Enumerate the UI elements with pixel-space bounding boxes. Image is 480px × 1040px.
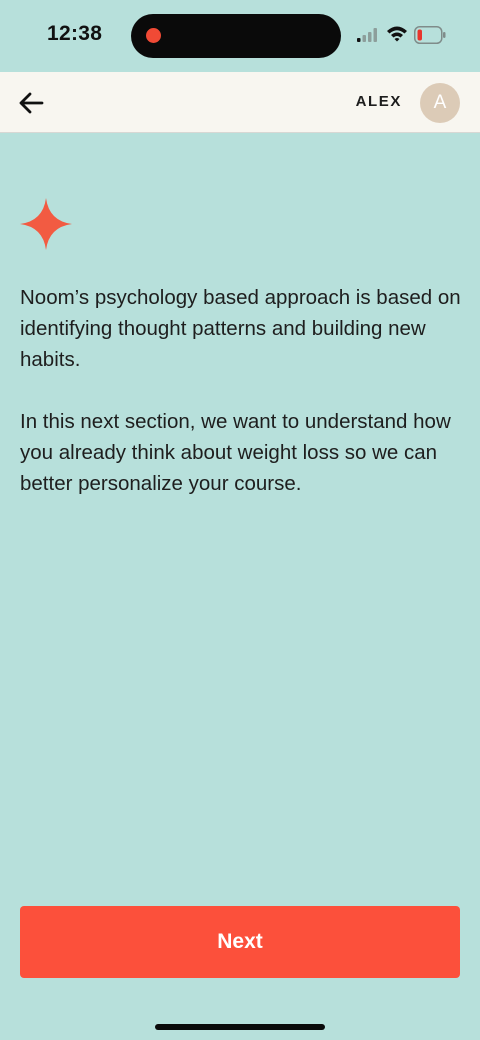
intro-paragraph: In this next section, we want to underst…	[20, 410, 451, 495]
home-indicator	[155, 1024, 325, 1030]
status-time: 12:38	[47, 22, 103, 45]
signal-icon	[357, 28, 379, 47]
recording-indicator-icon	[146, 28, 161, 43]
back-button[interactable]	[14, 86, 48, 120]
dynamic-island	[131, 14, 341, 58]
app-header: ALEX A	[0, 72, 480, 133]
status-bar: 12:38	[0, 0, 480, 72]
user-name: ALEX	[355, 93, 402, 110]
sparkle-icon	[20, 198, 72, 255]
arrow-left-icon	[19, 92, 44, 114]
avatar[interactable]: A	[420, 83, 460, 123]
avatar-initial: A	[433, 92, 447, 113]
battery-low-icon	[414, 26, 446, 49]
intro-text: Noom’s psychology based approach is base…	[20, 282, 464, 499]
next-button[interactable]: Next	[20, 906, 460, 978]
wifi-icon	[386, 25, 408, 47]
intro-paragraph: Noom’s psychology based approach is base…	[20, 286, 461, 371]
